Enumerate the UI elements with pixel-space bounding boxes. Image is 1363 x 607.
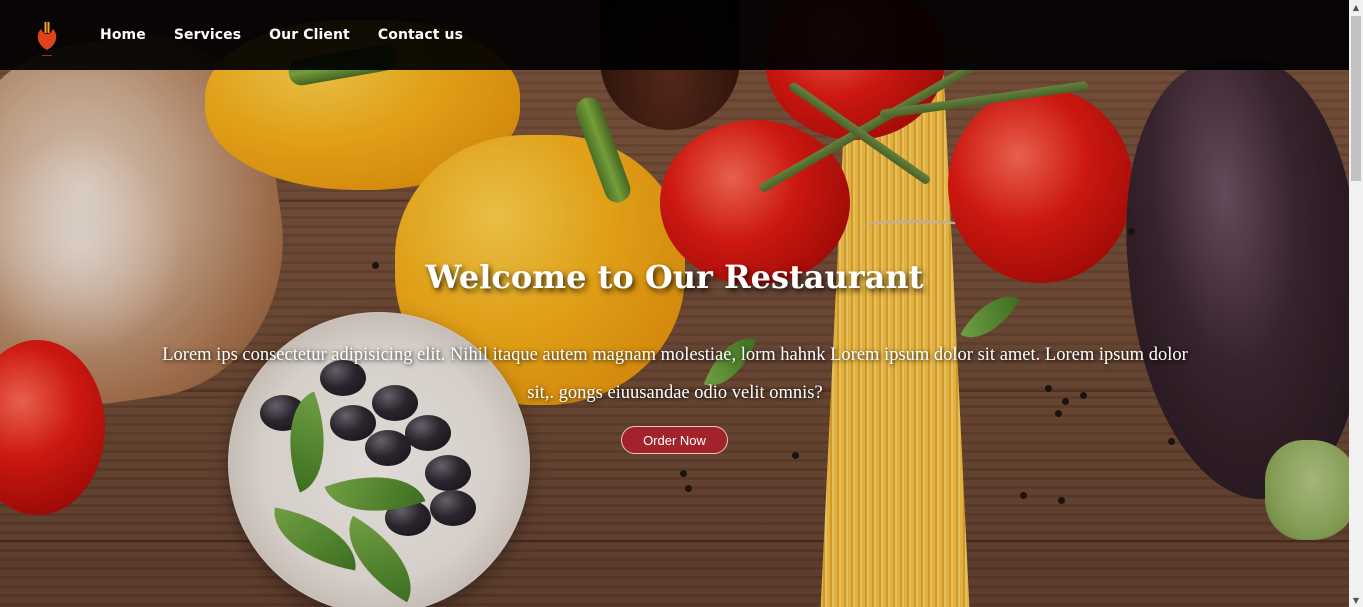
scroll-up-icon[interactable]: ▲	[1349, 0, 1363, 14]
top-navbar: Home Services Our Client Contact us	[0, 0, 1349, 70]
scroll-down-icon[interactable]: ▼	[1349, 593, 1363, 607]
nav-home[interactable]: Home	[100, 27, 146, 43]
nav-links: Home Services Our Client Contact us	[100, 27, 463, 43]
hero-section: Welcome to Our Restaurant Lorem ips cons…	[0, 70, 1349, 607]
nav-services[interactable]: Services	[174, 27, 241, 43]
hero-description: Lorem ips consectetur adipisicing elit. …	[162, 345, 1188, 403]
nav-our-client[interactable]: Our Client	[269, 27, 350, 43]
scroll-thumb[interactable]	[1351, 16, 1361, 181]
hero-title: Welcome to Our Restaurant	[425, 258, 924, 296]
landing-page: Home Services Our Client Contact us Welc…	[0, 0, 1363, 607]
order-now-button[interactable]: Order Now	[621, 426, 728, 454]
vertical-scrollbar[interactable]: ▲ ▼	[1349, 0, 1363, 607]
restaurant-logo-icon[interactable]	[22, 10, 72, 60]
nav-contact-us[interactable]: Contact us	[378, 27, 463, 43]
